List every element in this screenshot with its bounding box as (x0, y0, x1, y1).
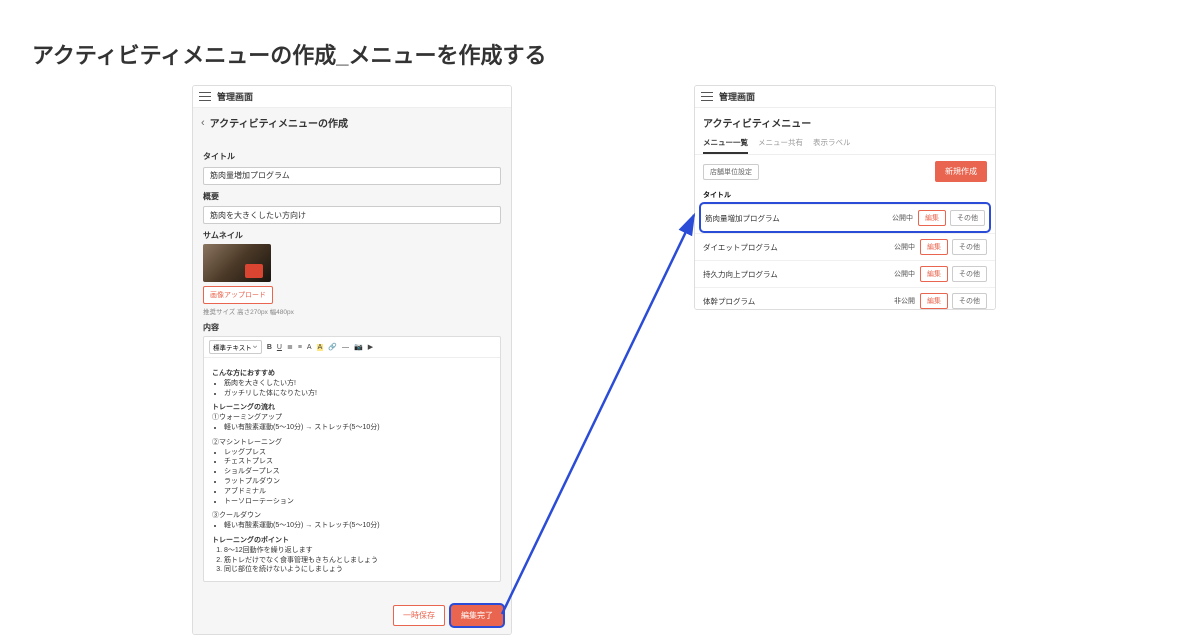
hr-icon[interactable]: — (342, 344, 349, 351)
bold-icon[interactable]: B (267, 344, 272, 351)
editor-toolbar: 標準テキスト B U ≣ ≡ A A 🔗 — 📷 ▶ (204, 337, 500, 358)
list-recommend: 筋肉を大きくしたい方! ガッチリした体になりたい方! (212, 379, 492, 399)
title-label: タイトル (203, 151, 501, 162)
new-button[interactable]: 新規作成 (935, 161, 987, 182)
sub-title-r: アクティビティメニュー (703, 115, 987, 130)
sub-title: アクティビティメニューの作成 (210, 115, 348, 130)
edit-button[interactable]: 編集 (920, 293, 948, 309)
thumb-label: サムネイル (203, 230, 501, 241)
table-row: ダイエットプログラム 公開中 編集 その他 (695, 233, 995, 260)
page-title: アクティビティメニューの作成_メニューを作成する (32, 38, 547, 70)
edit-button[interactable]: 編集 (918, 210, 946, 226)
table-row: 持久力向上プログラム 公開中 編集 その他 (695, 260, 995, 287)
other-button[interactable]: その他 (952, 293, 987, 309)
header-bar: 管理画面 (193, 86, 511, 108)
tab-list[interactable]: メニュー一覧 (703, 133, 748, 154)
submit-button[interactable]: 編集完了 (451, 605, 503, 626)
other-button[interactable]: その他 (952, 266, 987, 282)
list-panel: 管理画面 アクティビティメニュー メニュー一覧 メニュー共有 表示ラベル 店舗単… (694, 85, 996, 310)
content-label: 内容 (203, 322, 501, 333)
edit-button[interactable]: 編集 (920, 266, 948, 282)
edit-button[interactable]: 編集 (920, 239, 948, 255)
other-button[interactable]: その他 (950, 210, 985, 226)
highlight-icon[interactable]: A (317, 344, 324, 351)
video-icon[interactable]: ▶ (368, 343, 373, 351)
font-icon[interactable]: A (307, 344, 312, 351)
back-icon[interactable]: ‹ (201, 117, 205, 129)
underline-icon[interactable]: U (277, 344, 282, 351)
column-title: タイトル (695, 188, 995, 202)
tab-bar: メニュー一覧 メニュー共有 表示ラベル (695, 133, 995, 155)
row-status: 公開中 (892, 213, 913, 223)
menu-icon[interactable] (199, 92, 211, 102)
upload-button[interactable]: 画像アップロード (203, 286, 273, 304)
menu-icon-r[interactable] (701, 92, 713, 102)
rich-editor: 標準テキスト B U ≣ ≡ A A 🔗 — 📷 ▶ こんな方におすすめ 筋肉を… (203, 336, 501, 582)
summary-input[interactable] (203, 206, 501, 224)
size-hint: 推奨サイズ 高さ270px 幅480px (203, 306, 501, 316)
ol-icon[interactable]: ≣ (287, 343, 293, 351)
table-row: 体幹プログラム 非公開 編集 その他 (695, 287, 995, 310)
row-status: 公開中 (894, 269, 915, 279)
thumbnail-image (203, 244, 271, 282)
row-status: 公開中 (894, 242, 915, 252)
row-status: 非公開 (894, 296, 915, 306)
actions-row: 店舗単位設定 新規作成 (695, 155, 995, 188)
annotation-arrow (0, 0, 1194, 622)
other-button[interactable]: その他 (952, 239, 987, 255)
link-icon[interactable]: 🔗 (328, 343, 337, 351)
footer-actions: 一時保存 編集完了 (393, 605, 503, 626)
table-row: 筋肉量増加プログラム 公開中 編集 その他 (701, 204, 989, 231)
row-title: 筋肉量増加プログラム (705, 213, 892, 224)
row-title: 体幹プログラム (703, 296, 894, 307)
header-bar-r: 管理画面 (695, 86, 995, 108)
create-panel: 管理画面 ‹ アクティビティメニューの作成 タイトル 概要 サムネイル 画像アッ… (192, 85, 512, 635)
editor-content[interactable]: こんな方におすすめ 筋肉を大きくしたい方! ガッチリした体になりたい方! トレー… (204, 358, 500, 581)
tab-label[interactable]: 表示ラベル (813, 133, 851, 154)
tab-share[interactable]: メニュー共有 (758, 133, 803, 154)
app-title-r: 管理画面 (719, 90, 755, 103)
form-body: タイトル 概要 サムネイル 画像アップロード 推奨サイズ 高さ270px 幅48… (193, 137, 511, 635)
style-select[interactable]: 標準テキスト (209, 340, 262, 354)
sub-header: ‹ アクティビティメニューの作成 (193, 108, 511, 137)
summary-label: 概要 (203, 191, 501, 202)
row-title: 持久力向上プログラム (703, 269, 894, 280)
image-icon[interactable]: 📷 (354, 343, 363, 351)
ul-icon[interactable]: ≡ (298, 344, 302, 351)
title-input[interactable] (203, 167, 501, 185)
store-settings-button[interactable]: 店舗単位設定 (703, 164, 759, 180)
app-title: 管理画面 (217, 90, 253, 103)
row-title: ダイエットプログラム (703, 242, 894, 253)
draft-button[interactable]: 一時保存 (393, 605, 445, 626)
